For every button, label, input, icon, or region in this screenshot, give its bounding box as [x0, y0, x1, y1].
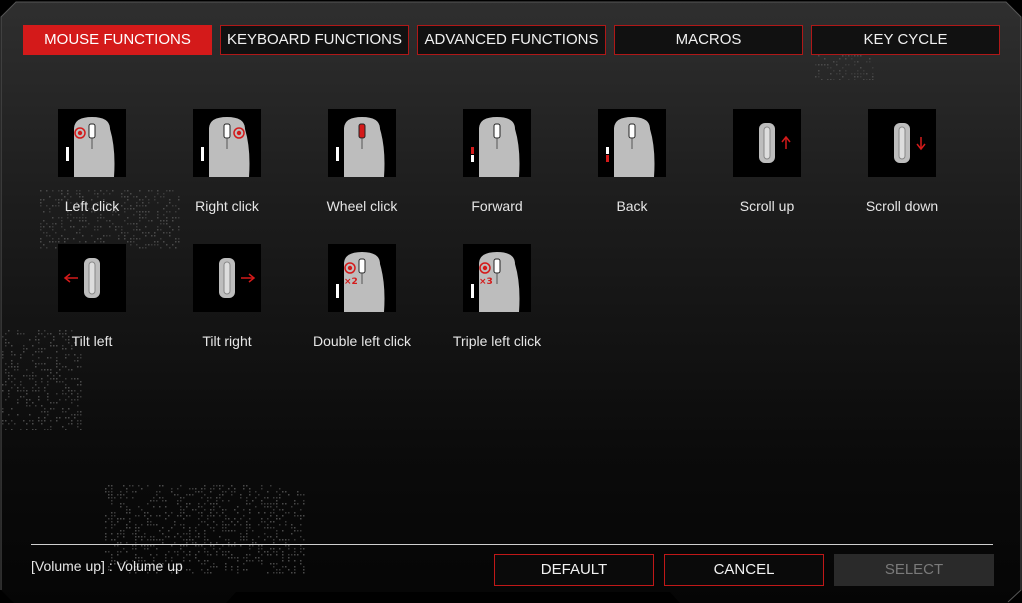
function-tilt-right[interactable]: Tilt right [162, 244, 292, 349]
mouse-forward-icon [463, 109, 531, 177]
select-button[interactable]: SELECT [834, 554, 994, 586]
click-count-badge: ×2 [344, 277, 358, 287]
function-label: Tilt left [71, 333, 113, 349]
default-button[interactable]: DEFAULT [494, 554, 654, 586]
function-double-left-click[interactable]: ×2 Double left click [297, 244, 427, 349]
double-left-click-icon: ×2 [328, 244, 396, 312]
click-count-badge: ×3 [479, 277, 493, 287]
function-label: Back [616, 198, 648, 214]
function-label: Scroll down [865, 198, 939, 214]
mouse-left-click-icon [58, 109, 126, 177]
scroll-up-icon [733, 109, 801, 177]
tab-key-cycle[interactable]: KEY CYCLE [811, 25, 1000, 55]
function-label: Forward [471, 198, 523, 214]
function-back[interactable]: Back [567, 109, 697, 214]
function-label: Right click [195, 198, 259, 214]
function-triple-left-click[interactable]: ×3 Triple left click [432, 244, 562, 349]
scroll-down-icon [868, 109, 936, 177]
function-scroll-up[interactable]: Scroll up [702, 109, 832, 214]
tilt-left-icon [58, 244, 126, 312]
mouse-right-click-icon [193, 109, 261, 177]
function-right-click[interactable]: Right click [162, 109, 292, 214]
cancel-button[interactable]: CANCEL [664, 554, 824, 586]
tab-macros[interactable]: MACROS [614, 25, 803, 55]
function-forward[interactable]: Forward [432, 109, 562, 214]
tilt-right-icon [193, 244, 261, 312]
function-label: Scroll up [739, 198, 795, 214]
function-label: Double left click [312, 333, 412, 349]
selection-status: [Volume up] : Volume up [31, 558, 183, 574]
tab-keyboard-functions[interactable]: KEYBOARD FUNCTIONS [220, 25, 409, 55]
mouse-back-icon [598, 109, 666, 177]
function-scroll-down[interactable]: Scroll down [837, 109, 967, 214]
function-label: Triple left click [452, 333, 542, 349]
function-left-click[interactable]: Left click [27, 109, 157, 214]
tab-advanced-functions[interactable]: ADVANCED FUNCTIONS [417, 25, 606, 55]
function-label: Tilt right [202, 333, 252, 349]
triple-left-click-icon: ×3 [463, 244, 531, 312]
footer-divider [31, 544, 993, 545]
mouse-wheel-click-icon [328, 109, 396, 177]
function-label: Wheel click [326, 198, 398, 214]
function-wheel-click[interactable]: Wheel click [297, 109, 427, 214]
function-tilt-left[interactable]: Tilt left [27, 244, 157, 349]
function-label: Left click [64, 198, 120, 214]
tab-mouse-functions[interactable]: MOUSE FUNCTIONS [23, 25, 212, 55]
